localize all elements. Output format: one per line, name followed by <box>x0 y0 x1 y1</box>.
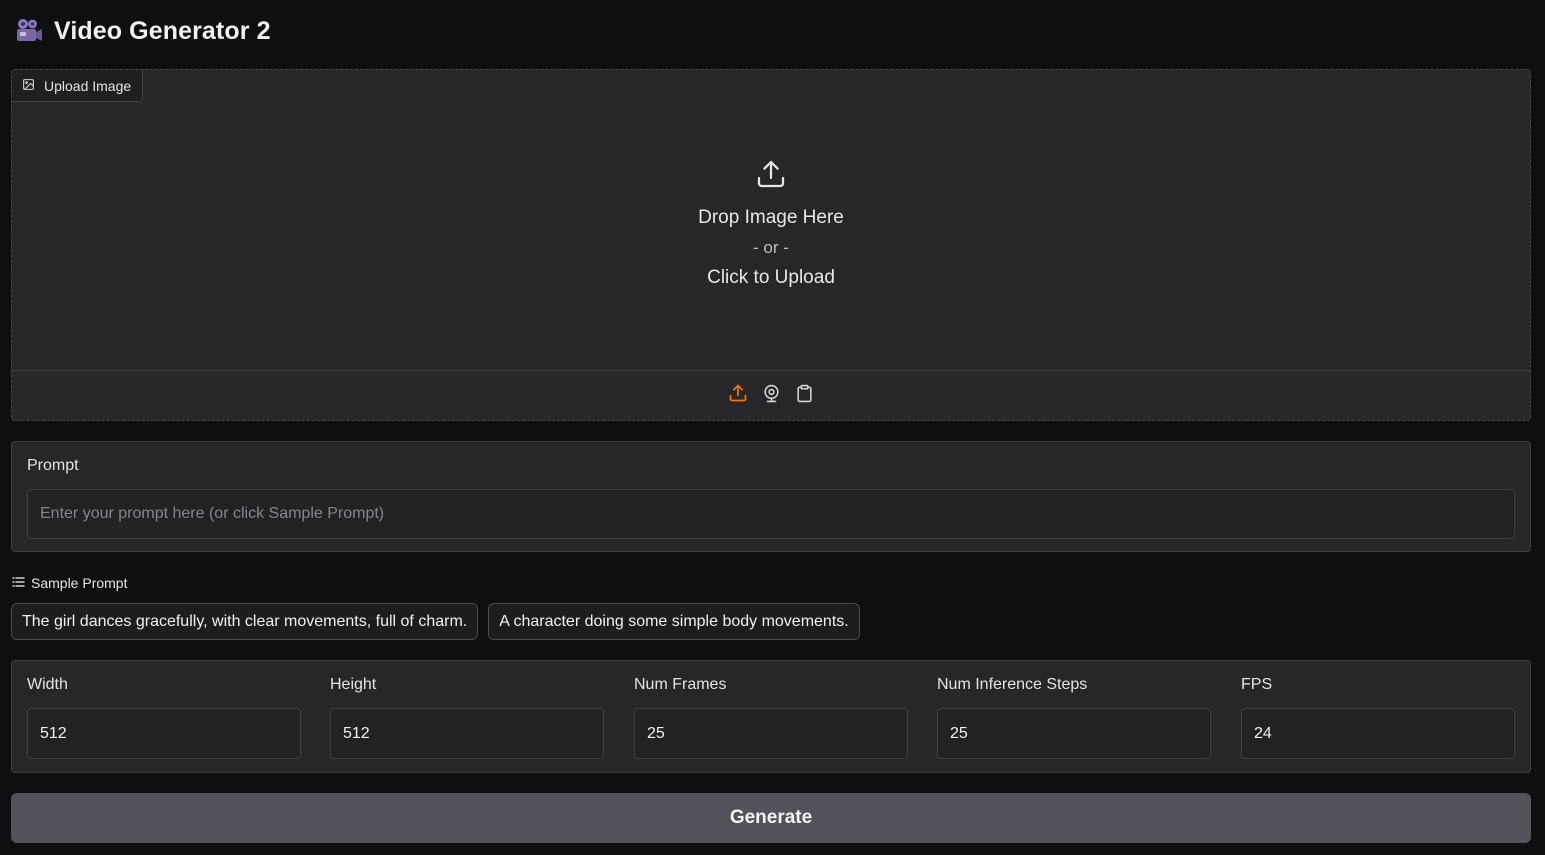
upload-icon <box>728 383 748 408</box>
movie-camera-icon <box>14 16 44 46</box>
image-dropzone[interactable]: Drop Image Here - or - Click to Upload <box>12 70 1530 370</box>
upload-source-toolbar <box>12 370 1530 420</box>
width-input[interactable] <box>27 708 301 759</box>
page: Video Generator 2 Drop Image Here - or -… <box>0 0 1545 855</box>
list-icon <box>12 575 25 591</box>
fps-field: FPS <box>1241 661 1515 772</box>
generate-button[interactable]: Generate <box>11 793 1531 843</box>
prompt-panel: Prompt <box>11 441 1531 552</box>
height-input[interactable] <box>330 708 604 759</box>
click-to-upload-text: Click to Upload <box>707 266 835 288</box>
height-field: Height <box>330 661 604 772</box>
upload-image-label-text: Upload Image <box>44 77 132 94</box>
or-text: - or - <box>753 237 789 257</box>
fps-label: FPS <box>1241 676 1273 693</box>
image-upload: Drop Image Here - or - Click to Upload U… <box>11 69 1531 421</box>
upload-source-button[interactable] <box>727 383 749 408</box>
sample-prompt-label: Sample Prompt <box>31 575 128 591</box>
sample-prompt-list: The girl dances gracefully, with clear m… <box>11 603 860 640</box>
num-frames-input[interactable] <box>634 708 908 759</box>
num-frames-field: Num Frames <box>634 661 908 772</box>
sample-prompt-item[interactable]: The girl dances gracefully, with clear m… <box>11 603 479 640</box>
fps-input[interactable] <box>1241 708 1515 759</box>
prompt-input[interactable] <box>27 489 1515 539</box>
sample-prompt-item[interactable]: A character doing some simple body movem… <box>488 603 860 640</box>
width-field: Width <box>27 661 301 772</box>
clipboard-icon <box>795 384 814 408</box>
num-frames-label: Num Frames <box>634 676 727 693</box>
webcam-source-button[interactable] <box>760 384 782 408</box>
page-title: Video Generator 2 <box>54 16 271 45</box>
num-inference-steps-input[interactable] <box>937 708 1211 759</box>
prompt-label: Prompt <box>27 457 79 474</box>
image-icon <box>22 78 35 94</box>
sample-prompt-header: Sample Prompt <box>12 574 127 592</box>
width-label: Width <box>27 676 68 693</box>
num-inference-steps-label: Num Inference Steps <box>937 676 1088 693</box>
drop-text: Drop Image Here <box>698 206 844 228</box>
height-label: Height <box>330 676 377 693</box>
parameters-panel: Width Height Num Frames Num Inference St… <box>11 660 1531 773</box>
num-inference-steps-field: Num Inference Steps <box>937 661 1211 772</box>
upload-icon <box>755 158 787 195</box>
clipboard-source-button[interactable] <box>793 384 815 408</box>
upload-image-label: Upload Image <box>12 70 144 102</box>
webcam-icon <box>762 384 781 408</box>
app-header: Video Generator 2 <box>14 14 271 48</box>
